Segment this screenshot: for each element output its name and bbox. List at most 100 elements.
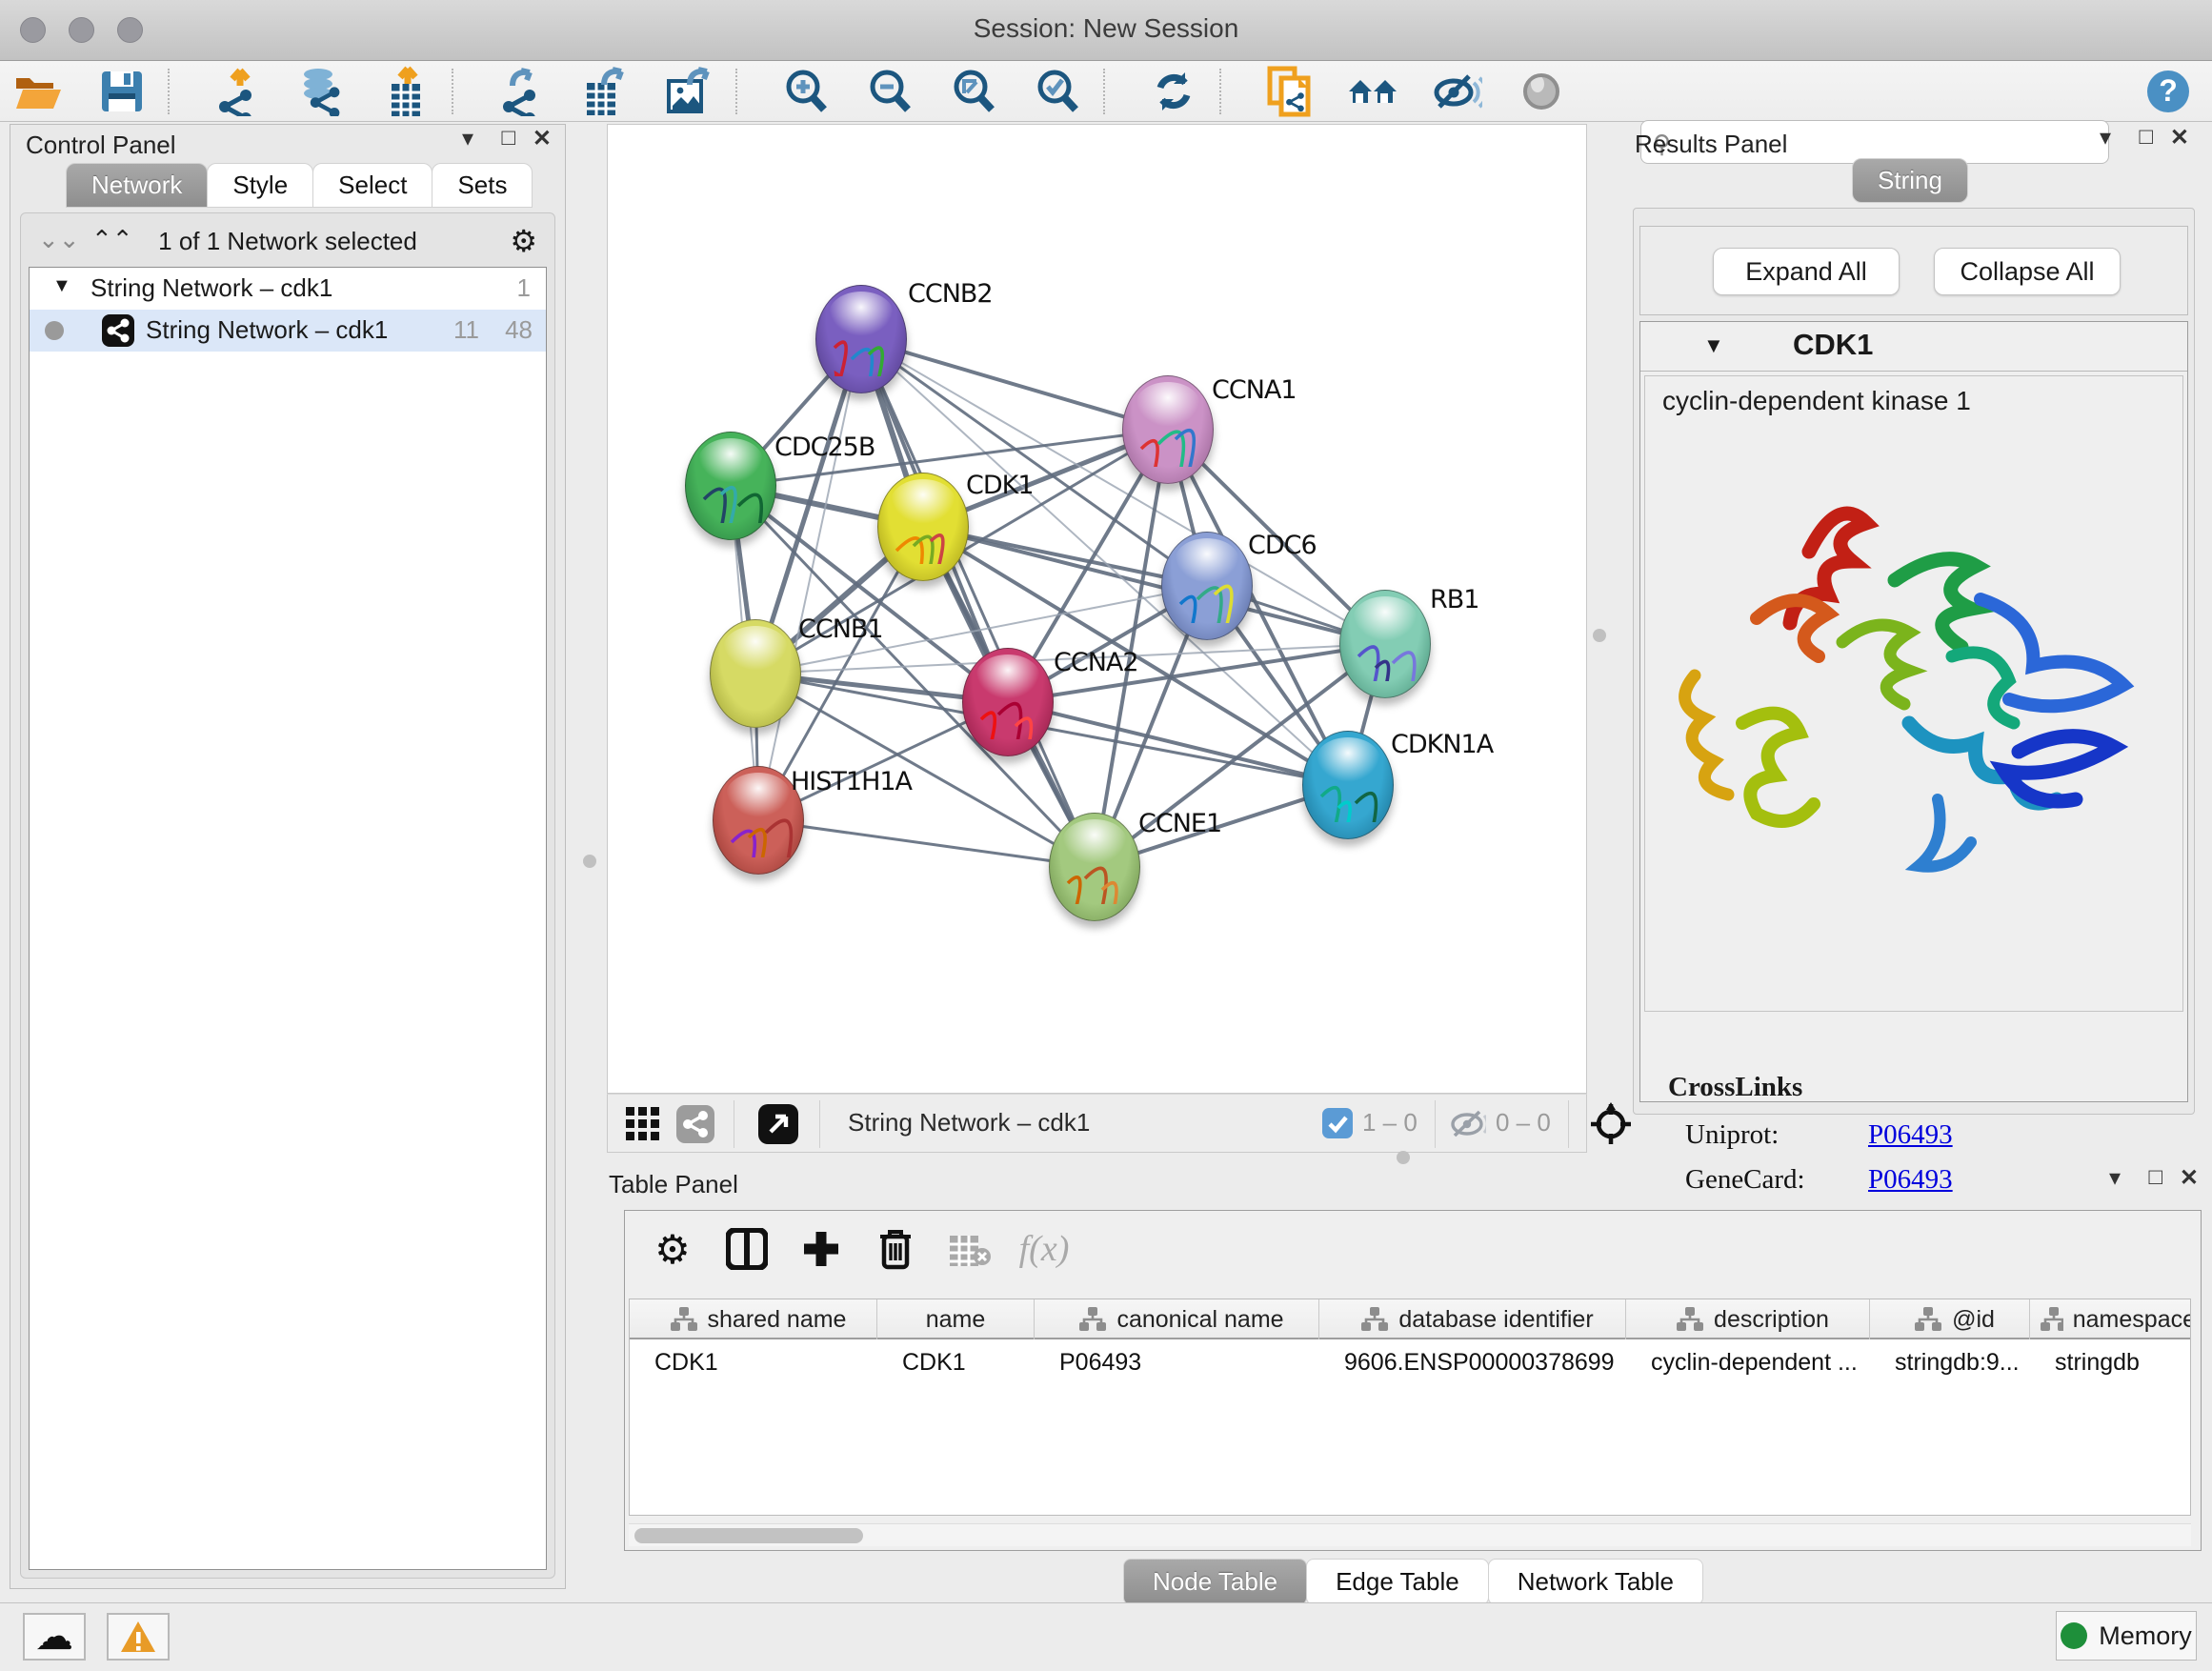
network-current-dot-icon xyxy=(45,321,64,340)
warning-status-icon[interactable] xyxy=(107,1613,170,1661)
node-CCNB2[interactable] xyxy=(815,285,907,393)
add-column-icon[interactable] xyxy=(794,1224,848,1274)
cloud-status-icon[interactable]: ☁ xyxy=(23,1613,86,1661)
results-panel: Results Panel ▾ □ ✕ String Expand All Co… xyxy=(1625,124,2202,1134)
column-header-database-identifier[interactable]: database identifier xyxy=(1319,1299,1626,1339)
zoom-fit-icon[interactable] xyxy=(947,67,1000,116)
import-table-icon[interactable] xyxy=(379,67,432,116)
toolbar-separator xyxy=(168,69,170,114)
export-image-icon[interactable] xyxy=(663,67,716,116)
export-table-icon[interactable] xyxy=(579,67,633,116)
column-header-namespace[interactable]: namespace xyxy=(2030,1299,2191,1339)
node-CCNB1[interactable] xyxy=(710,619,801,728)
table-horizontal-scrollbar[interactable] xyxy=(629,1523,2191,1546)
node-table[interactable]: shared namenamecanonical namedatabase id… xyxy=(629,1299,2191,1516)
node-CDC6[interactable] xyxy=(1161,532,1253,640)
tree-expander-icon[interactable]: ▼ xyxy=(52,275,71,297)
edge-HIST1H1A-CCNE1[interactable] xyxy=(758,820,1095,867)
cell-name[interactable]: CDK1 xyxy=(902,1349,1031,1377)
node-CDC25B[interactable] xyxy=(685,432,776,540)
gear-icon[interactable]: ⚙ xyxy=(646,1224,699,1274)
first-neighbors-icon[interactable] xyxy=(1347,67,1400,116)
network-options-gear-icon[interactable]: ⚙ xyxy=(510,223,537,259)
cell-shared-name[interactable]: CDK1 xyxy=(654,1349,874,1377)
tab-select[interactable]: Select xyxy=(312,163,432,208)
edge-CCNB2-CCNA1[interactable] xyxy=(861,339,1168,430)
edge-CCNB2-HIST1H1A[interactable] xyxy=(758,339,861,820)
tab-network[interactable]: Network xyxy=(66,163,208,208)
column-header-description[interactable]: description xyxy=(1626,1299,1870,1339)
toolbar-separator xyxy=(1103,69,1105,114)
zoom-in-icon[interactable] xyxy=(779,67,833,116)
zoom-out-icon[interactable] xyxy=(863,67,916,116)
right-splitter-handle[interactable] xyxy=(1593,629,1606,642)
grid-view-icon[interactable] xyxy=(625,1106,661,1142)
table-float-icon[interactable]: □ xyxy=(2149,1164,2163,1191)
cell-database-identifier[interactable]: 9606.ENSP00000378699 xyxy=(1344,1349,1622,1377)
crosslink-link[interactable]: P06493 xyxy=(1868,1119,1953,1151)
node-CCNA1[interactable] xyxy=(1122,375,1214,484)
network-share-icon xyxy=(102,314,134,347)
cell-description[interactable]: cyclin-dependent ... xyxy=(1651,1349,1866,1377)
memory-button[interactable]: Memory xyxy=(2056,1611,2197,1661)
tab-node-table[interactable]: Node Table xyxy=(1123,1559,1307,1605)
zoom-selected-icon[interactable] xyxy=(1031,67,1084,116)
network-manager: ⌄⌄ ⌃⌃ 1 of 1 Network selected ⚙ ▼ String… xyxy=(20,212,555,1579)
expand-all-button[interactable]: Expand All xyxy=(1713,248,1900,295)
results-float-icon[interactable]: □ xyxy=(2140,124,2154,151)
results-collapse-icon[interactable]: ▾ xyxy=(2100,124,2111,151)
table-collapse-icon[interactable]: ▾ xyxy=(2109,1164,2121,1192)
cell-@id[interactable]: stringdb:9... xyxy=(1895,1349,2026,1377)
node-CCNA2[interactable] xyxy=(962,648,1054,756)
annotation-mode-icon[interactable] xyxy=(758,1104,798,1144)
import-network-database-icon[interactable] xyxy=(295,67,349,116)
network-canvas[interactable]: CCNB2CCNA1CDC25BCDK1CDC6RB1CCNB1CCNA2CDK… xyxy=(607,124,1587,1094)
show-all-icon[interactable] xyxy=(1515,67,1568,116)
column-header-@id[interactable]: @id xyxy=(1870,1299,2030,1339)
tab-network-table[interactable]: Network Table xyxy=(1488,1559,1703,1605)
left-splitter-handle[interactable] xyxy=(583,855,596,868)
column-header-shared-name[interactable]: shared name xyxy=(630,1299,877,1339)
column-header-name[interactable]: name xyxy=(877,1299,1035,1339)
collapse-all-button[interactable]: Collapse All xyxy=(1934,248,2121,295)
column-header-canonical-name[interactable]: canonical name xyxy=(1035,1299,1319,1339)
panel-collapse-icon[interactable]: ▾ xyxy=(462,125,473,152)
selected-checkbox-icon[interactable] xyxy=(1322,1108,1353,1138)
node-structure-thumbnail xyxy=(694,456,767,523)
node-structure-thumbnail xyxy=(887,497,959,564)
save-session-icon[interactable] xyxy=(95,67,149,116)
share-view-icon[interactable] xyxy=(676,1105,714,1143)
toolbar-separator xyxy=(452,69,453,114)
network-collection-row[interactable]: ▼ String Network – cdk1 1 xyxy=(30,268,546,310)
help-icon[interactable]: ? xyxy=(2142,67,2195,116)
network-row-selected[interactable]: String Network – cdk1 11 48 xyxy=(30,310,546,352)
node-RB1[interactable] xyxy=(1339,590,1431,698)
tab-sets[interactable]: Sets xyxy=(432,163,533,208)
scrollbar-thumb[interactable] xyxy=(634,1528,863,1543)
hide-selected-icon[interactable] xyxy=(1431,67,1484,116)
panel-float-icon[interactable]: □ xyxy=(502,125,516,151)
import-network-file-icon[interactable] xyxy=(211,67,265,116)
export-network-icon[interactable] xyxy=(495,67,549,116)
node-CDK1[interactable] xyxy=(877,473,969,581)
open-session-icon[interactable] xyxy=(11,67,65,116)
result-section-header[interactable]: ▼ CDK1 xyxy=(1640,322,2187,372)
panel-close-icon[interactable]: ✕ xyxy=(533,125,552,152)
node-CCNE1[interactable] xyxy=(1049,813,1140,921)
network-selected-summary: 1 of 1 Network selected xyxy=(21,227,554,256)
delete-column-icon[interactable] xyxy=(869,1224,922,1274)
results-tab-string[interactable]: String xyxy=(1852,158,1968,203)
cell-canonical-name[interactable]: P06493 xyxy=(1059,1349,1316,1377)
horizontal-splitter-handle[interactable] xyxy=(1397,1151,1410,1164)
tab-edge-table[interactable]: Edge Table xyxy=(1306,1559,1489,1605)
results-close-icon[interactable]: ✕ xyxy=(2170,124,2189,151)
columns-icon[interactable] xyxy=(720,1224,774,1274)
cell-namespace[interactable]: stringdb xyxy=(2055,1349,2191,1377)
protein-structure-image xyxy=(1666,437,2162,885)
tab-style[interactable]: Style xyxy=(207,163,313,208)
refresh-icon[interactable] xyxy=(1147,67,1200,116)
node-CDKN1A[interactable] xyxy=(1302,731,1394,839)
duplicate-network-icon[interactable] xyxy=(1263,67,1317,116)
section-expander-icon[interactable]: ▼ xyxy=(1703,333,1724,358)
table-close-icon[interactable]: ✕ xyxy=(2180,1164,2199,1192)
